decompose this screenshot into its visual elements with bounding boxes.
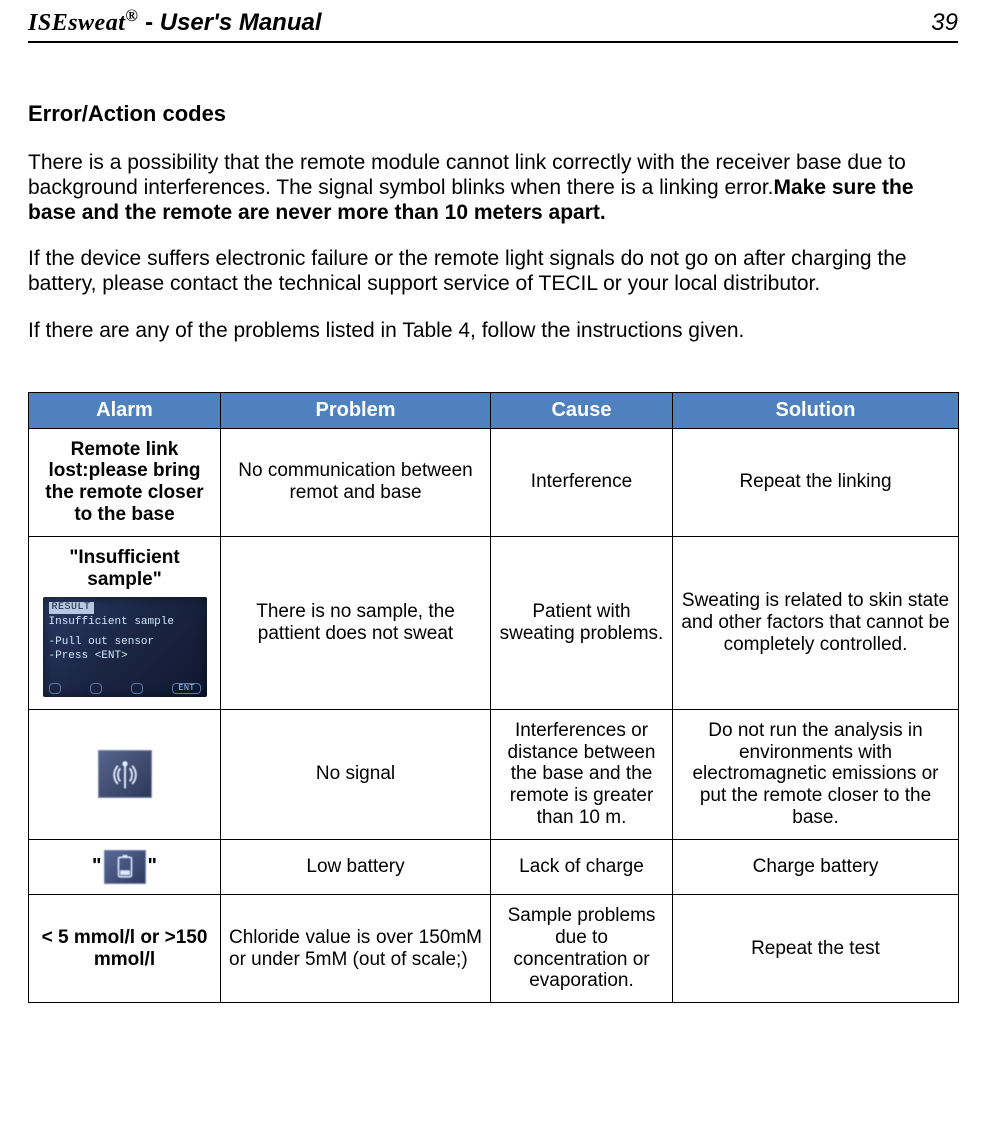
cell-solution: Repeat the test xyxy=(673,894,959,1002)
paragraph-1: There is a possibility that the remote m… xyxy=(28,151,958,225)
cell-cause: Sample problems due to concentration or … xyxy=(491,894,673,1002)
lcd-softkey xyxy=(131,683,143,694)
paragraph-2: If the device suffers electronic failure… xyxy=(28,247,958,297)
registered-mark: ® xyxy=(125,6,138,25)
th-solution: Solution xyxy=(673,392,959,428)
antenna-icon xyxy=(98,750,152,798)
cell-problem: Low battery xyxy=(221,839,491,894)
cell-problem: No signal xyxy=(221,709,491,839)
brand-name: ISEsweat xyxy=(28,10,125,36)
th-alarm: Alarm xyxy=(29,392,221,428)
cell-problem: Chloride value is over 150mM or under 5m… xyxy=(221,894,491,1002)
lcd-softkey: ENT xyxy=(172,683,200,694)
page-header: ISEsweat® - User's Manual 39 xyxy=(28,0,958,41)
table-row: No signal Interferences or distance betw… xyxy=(29,709,959,839)
header-separator: - xyxy=(138,9,159,36)
table-row: " " Low batte xyxy=(29,839,959,894)
battery-icon-wrap: " " xyxy=(92,850,157,884)
lcd-line: -Press <ENT> xyxy=(49,650,201,664)
table-header-row: Alarm Problem Cause Solution xyxy=(29,392,959,428)
page: ISEsweat® - User's Manual 39 Error/Actio… xyxy=(0,0,986,1043)
lcd-softkeys: ENT xyxy=(49,683,201,694)
cell-solution: Sweating is related to skin state and ot… xyxy=(673,536,959,709)
manual-title: User's Manual xyxy=(160,9,322,36)
table-row: Remote link lost:please bring the remote… xyxy=(29,428,959,536)
cell-cause: Interference xyxy=(491,428,673,536)
lcd-softkey xyxy=(49,683,61,694)
table-row: < 5 mmol/l or >150 mmol/l Chloride value… xyxy=(29,894,959,1002)
battery-icon xyxy=(104,850,146,884)
cell-alarm xyxy=(29,709,221,839)
paragraph-3: If there are any of the problems listed … xyxy=(28,319,958,344)
header-rule xyxy=(28,41,958,43)
lcd-line: -Pull out sensor xyxy=(49,636,201,650)
cell-cause: Interferences or distance between the ba… xyxy=(491,709,673,839)
page-number: 39 xyxy=(931,9,958,37)
cell-alarm: < 5 mmol/l or >150 mmol/l xyxy=(29,894,221,1002)
quote-left: " xyxy=(92,855,101,878)
lcd-softkey xyxy=(90,683,102,694)
cell-alarm: Remote link lost:please bring the remote… xyxy=(29,428,221,536)
cell-cause: Lack of charge xyxy=(491,839,673,894)
cell-solution: Do not run the analysis in environments … xyxy=(673,709,959,839)
table-row: "Insufficient sample" RESULT Insufficien… xyxy=(29,536,959,709)
th-problem: Problem xyxy=(221,392,491,428)
alarm-text: "Insufficient sample" xyxy=(37,547,212,591)
cell-problem: No communication between remot and base xyxy=(221,428,491,536)
section-heading: Error/Action codes xyxy=(28,101,958,127)
cell-cause: Patient with sweating problems. xyxy=(491,536,673,709)
error-action-table: Alarm Problem Cause Solution Remote link… xyxy=(28,392,959,1004)
th-cause: Cause xyxy=(491,392,673,428)
cell-solution: Charge battery xyxy=(673,839,959,894)
header-title: ISEsweat® - User's Manual xyxy=(28,6,322,37)
quote-right: " xyxy=(148,855,157,878)
cell-alarm: "Insufficient sample" RESULT Insufficien… xyxy=(29,536,221,709)
lcd-tag: RESULT xyxy=(49,602,94,615)
cell-problem: There is no sample, the pattient does no… xyxy=(221,536,491,709)
cell-solution: Repeat the linking xyxy=(673,428,959,536)
lcd-screenshot: RESULT Insufficient sample -Pull out sen… xyxy=(43,597,207,697)
cell-alarm: " " xyxy=(29,839,221,894)
lcd-line: Insufficient sample xyxy=(49,616,201,630)
